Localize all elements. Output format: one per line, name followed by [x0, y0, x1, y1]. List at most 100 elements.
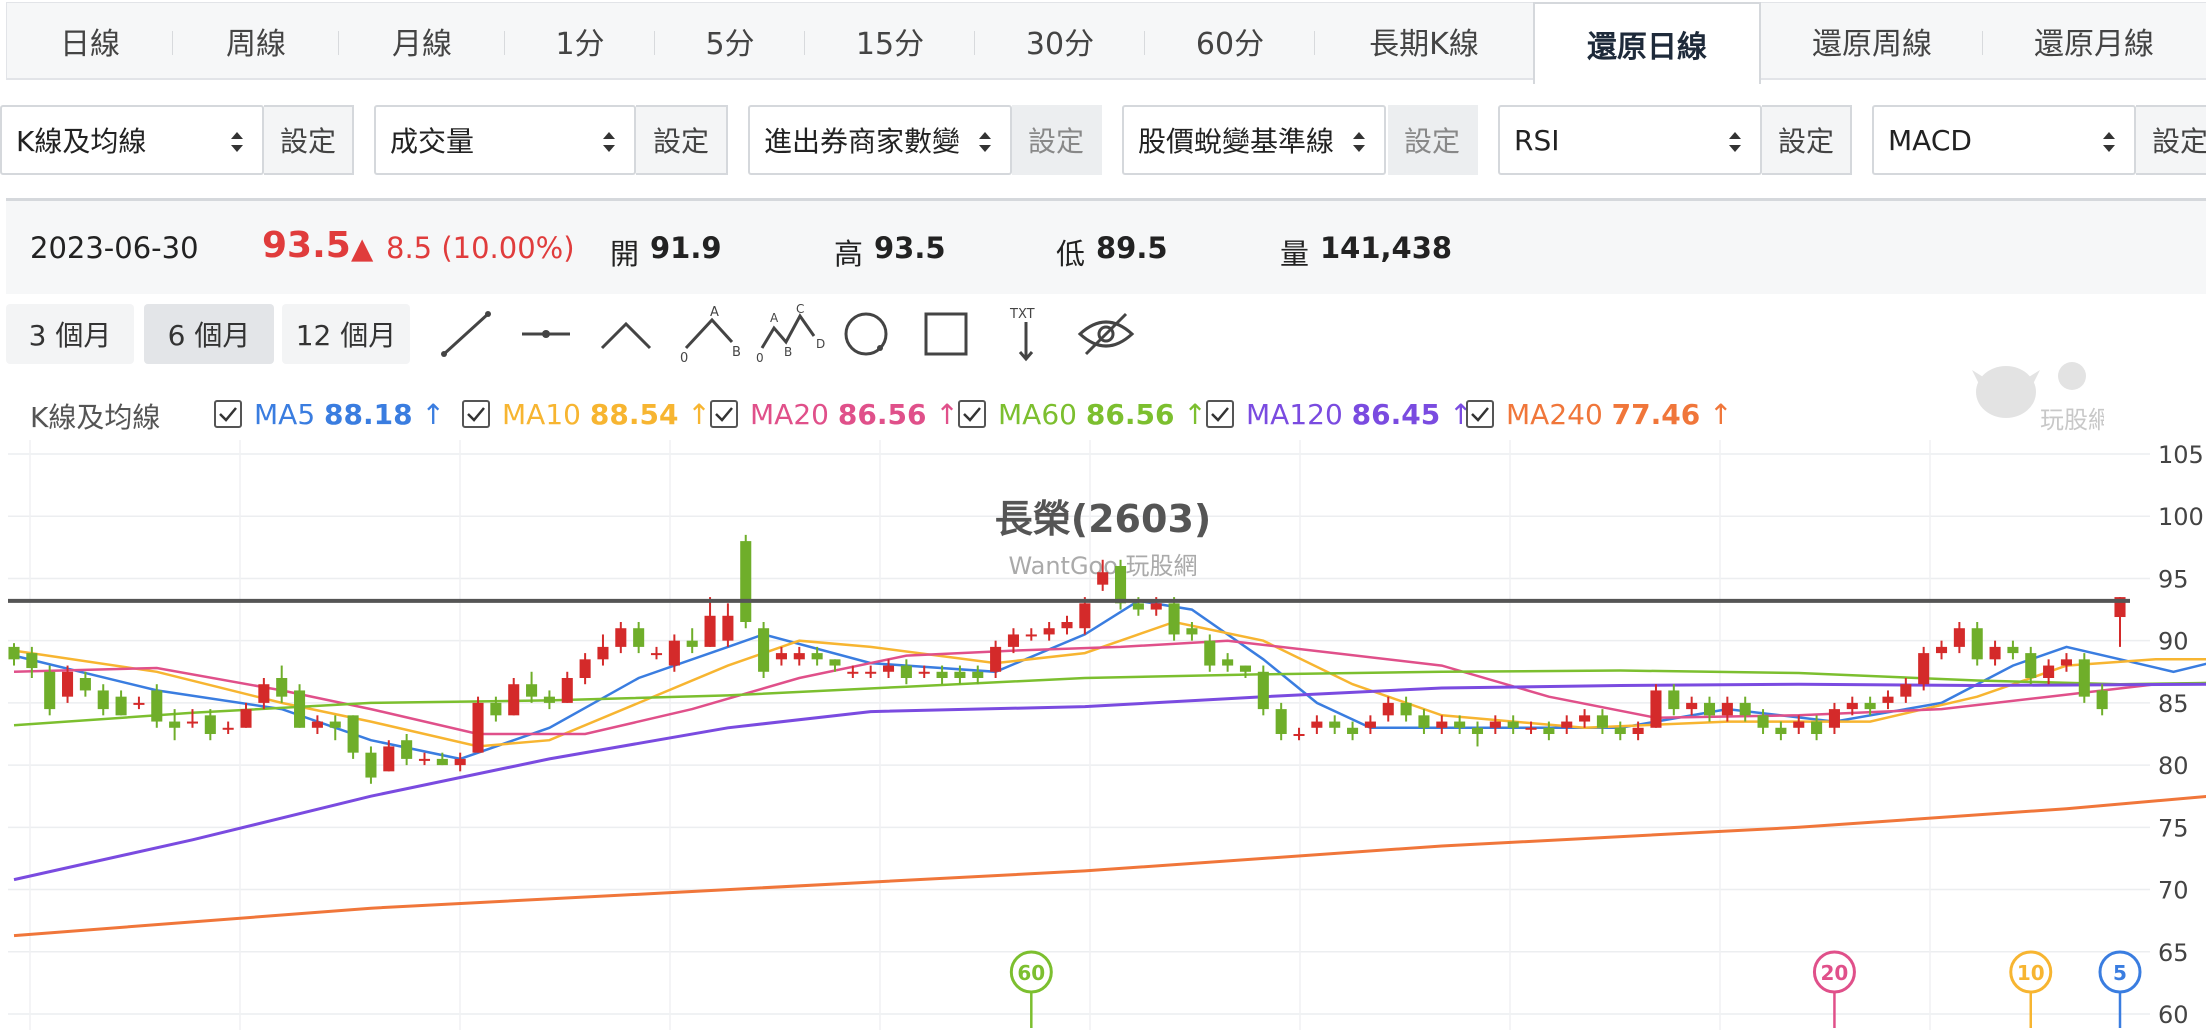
ma-name: MA10	[502, 398, 581, 431]
candle	[1436, 715, 1448, 734]
candle	[775, 646, 787, 666]
line-tool-icon[interactable]	[434, 304, 498, 364]
candle	[79, 671, 91, 697]
candle-body	[1935, 646, 1948, 654]
rsi-select[interactable]: RSI	[1498, 105, 1762, 175]
quote-date: 2023-06-30	[30, 231, 199, 265]
price-baseline-settings-button[interactable]: 設定	[1388, 105, 1478, 175]
candle-body	[1257, 671, 1269, 710]
volume-select[interactable]: 成交量	[374, 105, 636, 175]
angle-tool-icon[interactable]	[594, 304, 658, 364]
macd-settings-button[interactable]: 設定	[2136, 105, 2206, 175]
rsi-settings-button[interactable]: 設定	[1762, 105, 1852, 175]
macd-select[interactable]: MACD	[1872, 105, 2136, 175]
ma60-checkbox[interactable]	[958, 400, 986, 428]
candle-body	[2078, 659, 2090, 697]
candle-body	[1918, 653, 1930, 685]
hide-drawings-eye-icon[interactable]	[1074, 304, 1138, 364]
tab-weekly[interactable]: 周線	[173, 3, 339, 78]
candle-body	[8, 646, 20, 660]
wave-pattern-tool-icon[interactable]: C A B D 0	[754, 304, 834, 364]
tab-long-term[interactable]: 長期K線	[1315, 3, 1533, 78]
candle-body	[740, 541, 752, 622]
broker-count-settings-button[interactable]: 設定	[1012, 105, 1102, 175]
ma-value: 88.18	[324, 398, 413, 431]
candle	[900, 659, 912, 685]
candle-body	[847, 671, 859, 674]
tab-1min[interactable]: 1分	[505, 3, 655, 78]
low-value: 89.5	[1096, 231, 1168, 265]
ma-arrow-icon: ↑	[687, 398, 711, 431]
kline-ma-settings-button[interactable]: 設定	[264, 105, 354, 175]
candle	[1239, 665, 1252, 678]
tab-30min[interactable]: 30分	[975, 3, 1145, 78]
price-baseline-select[interactable]: 股價蛻變基準線	[1122, 105, 1386, 175]
circle-tool-icon[interactable]	[834, 304, 898, 364]
ma20-checkbox[interactable]	[710, 400, 738, 428]
candle	[294, 684, 306, 728]
candle	[543, 690, 555, 710]
check-icon	[1471, 407, 1489, 422]
candle	[2114, 597, 2126, 647]
candle-body	[1364, 721, 1376, 728]
ma120-checkbox[interactable]	[1206, 400, 1234, 428]
horizontal-line-tool-icon[interactable]	[514, 304, 578, 364]
candle	[633, 622, 645, 654]
tab-5min[interactable]: 5分	[655, 3, 805, 78]
marker-label: 5	[2113, 961, 2127, 985]
candle	[1471, 721, 1484, 747]
candle-body	[1668, 690, 1680, 710]
abc-pattern-tool-icon[interactable]: A B 0	[674, 304, 754, 364]
candle-body	[169, 721, 181, 728]
candlestick-chart[interactable]: 長榮(2603) WantGoo 玩股網 1051009590858075706…	[0, 440, 2206, 1030]
volume-value: 141,438	[1320, 231, 1453, 265]
tab-daily[interactable]: 日線	[7, 3, 173, 78]
candle	[1953, 622, 1965, 654]
range-3-months-button[interactable]: 3 個月	[6, 304, 134, 364]
volume-settings-button[interactable]: 設定	[636, 105, 728, 175]
select-value: 進出券商家數變	[764, 125, 961, 158]
select-value: MACD	[1888, 123, 1972, 157]
low-label: 低	[1056, 237, 1086, 271]
candle-body	[1579, 715, 1591, 722]
candle-body	[775, 653, 787, 660]
candle	[115, 690, 127, 716]
marker-label: 10	[2017, 961, 2045, 985]
candle-body	[1507, 721, 1519, 728]
select-chevron-icon	[2103, 132, 2115, 152]
rectangle-tool-icon[interactable]	[914, 304, 978, 364]
tab-60min[interactable]: 60分	[1145, 3, 1315, 78]
candle	[1989, 640, 2001, 666]
kline-ma-select[interactable]: K線及均線	[0, 105, 264, 175]
tab-adjusted-weekly[interactable]: 還原周線	[1761, 3, 1983, 78]
candle-body	[1596, 715, 1608, 728]
ma-markers: 60 20 10 5	[1009, 950, 2142, 1028]
candle	[418, 752, 431, 766]
candle	[793, 646, 805, 666]
range-12-months-button[interactable]: 12 個月	[282, 304, 410, 364]
candle-body	[1150, 603, 1162, 610]
candle	[44, 665, 56, 716]
candle	[1382, 696, 1394, 722]
candle	[1775, 721, 1787, 741]
candle	[972, 665, 984, 685]
ma10-checkbox[interactable]	[462, 400, 490, 428]
ma5-checkbox[interactable]	[214, 400, 242, 428]
tab-monthly[interactable]: 月線	[339, 3, 505, 78]
candle	[1971, 622, 1983, 666]
broker-count-select[interactable]: 進出券商家數變	[748, 105, 1012, 175]
ma-value: 86.56	[837, 398, 927, 431]
candle	[758, 622, 770, 678]
tab-adjusted-daily[interactable]: 還原日線	[1533, 2, 1761, 84]
text-tool-icon[interactable]: TXT	[994, 304, 1058, 364]
tab-adjusted-monthly[interactable]: 還原月線	[1983, 3, 2205, 78]
ma60-legend: MA60 86.56 ↑	[998, 398, 1207, 431]
candle-body	[1811, 721, 1823, 734]
tab-15min[interactable]: 15分	[805, 3, 975, 78]
quote-change-up-icon: ▲	[351, 231, 374, 265]
range-6-months-button[interactable]: 6 個月	[144, 304, 274, 364]
abc-a-label: A	[710, 305, 719, 320]
ma240-checkbox[interactable]	[1466, 400, 1494, 428]
candle-body	[490, 702, 502, 716]
candle	[1168, 597, 1180, 641]
